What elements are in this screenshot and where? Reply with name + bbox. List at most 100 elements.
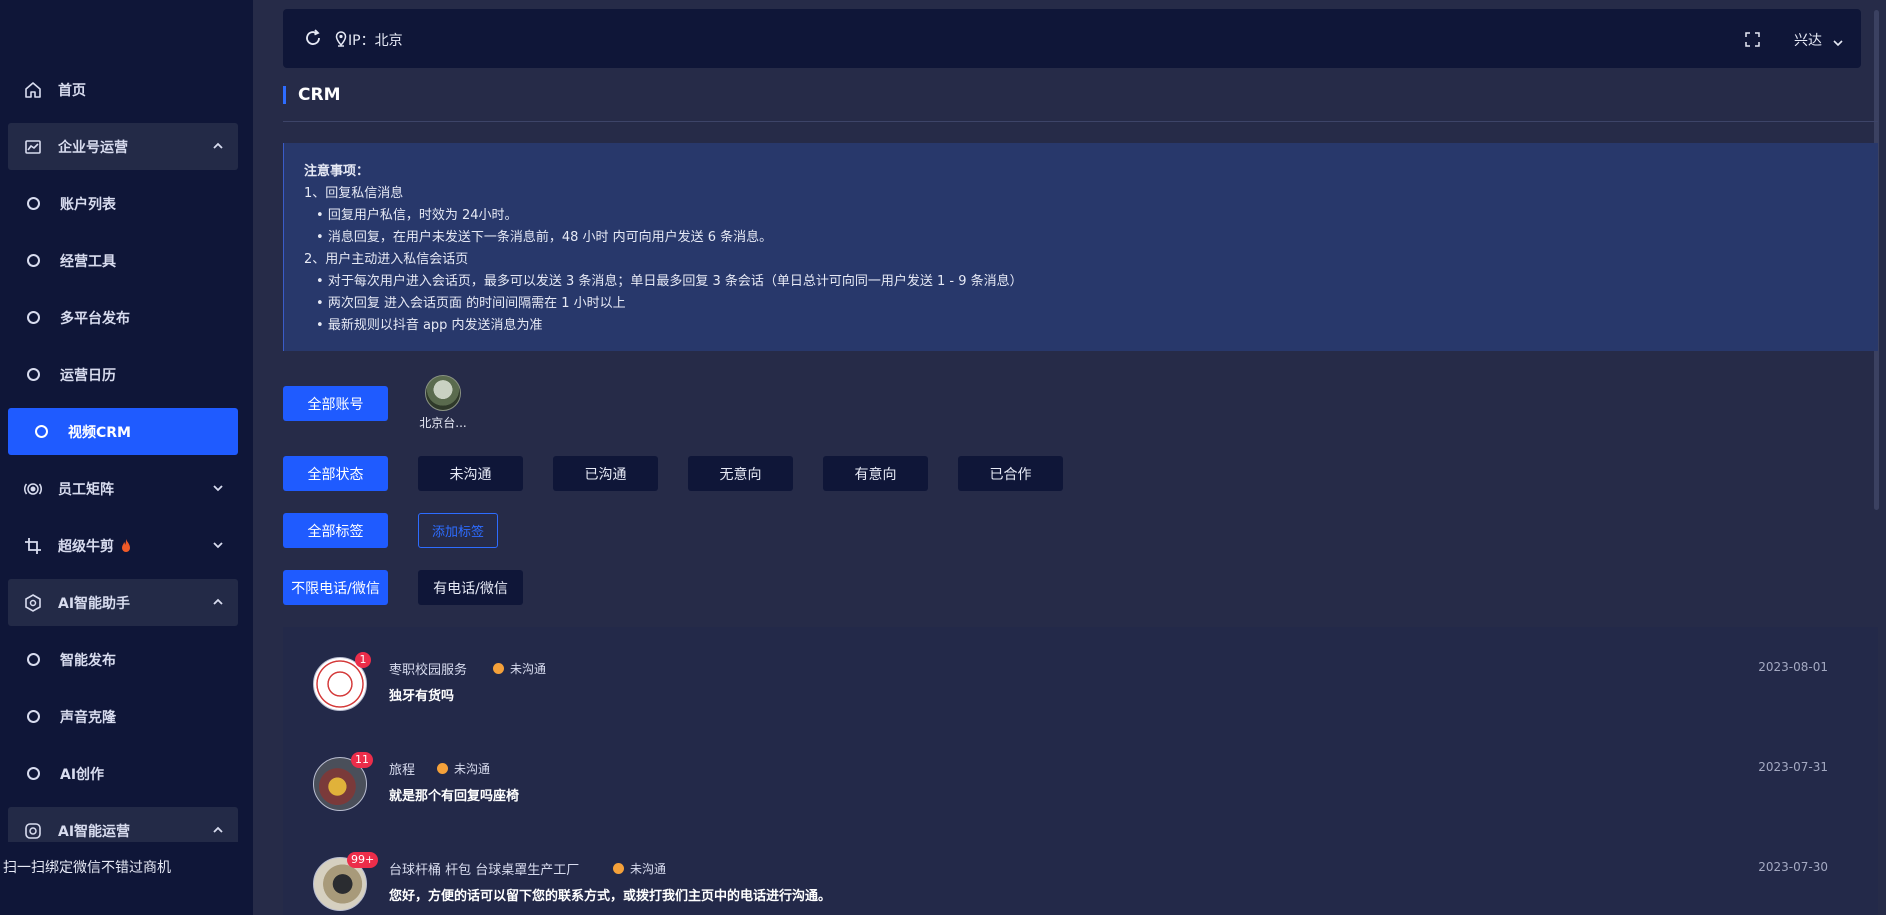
circle-icon <box>27 767 40 780</box>
sidebar-item-label: 员工矩阵 <box>58 481 114 498</box>
status-label: 未沟通 <box>630 862 667 876</box>
refresh-icon[interactable] <box>303 28 323 48</box>
notice-bullet: 对于每次用户进入会话页，最多可以发送 3 条消息；单日最多回复 3 条会话（单日… <box>304 271 1878 293</box>
chevron-up-icon <box>212 824 224 836</box>
last-message: 就是那个有回复吗座椅 <box>389 789 520 804</box>
chevron-up-icon <box>212 140 224 152</box>
status-filter-no-intent[interactable]: 无意向 <box>688 456 793 491</box>
notice-panel: 注意事项： 1、回复私信消息 回复用户私信，时效为 24小时。 消息回复，在用户… <box>283 143 1878 351</box>
message-date: 2023-08-01 <box>1758 660 1828 674</box>
circle-icon <box>27 710 40 723</box>
broadcast-icon <box>24 480 42 498</box>
sidebar-item-label: 智能发布 <box>60 652 116 669</box>
circle-icon <box>27 653 40 666</box>
message-date: 2023-07-30 <box>1758 860 1828 874</box>
status-dot-icon <box>437 763 448 774</box>
sidebar-item-label: 声音克隆 <box>60 709 116 726</box>
notice-bullet: 两次回复 进入会话页面 的时间间隔需在 1 小时以上 <box>304 293 1878 315</box>
sidebar-item-label: AI创作 <box>60 766 105 783</box>
status-filter-uncontacted[interactable]: 未沟通 <box>418 456 523 491</box>
avatar <box>425 375 461 411</box>
divider <box>283 121 1878 122</box>
sidebar-group-enterprise[interactable]: 企业号运营 <box>8 123 238 170</box>
sidebar-item-label: 企业号运营 <box>58 139 128 156</box>
last-message: 独牙有货吗 <box>389 689 455 704</box>
notice-heading: 注意事项： <box>304 164 370 179</box>
page-title: CRM <box>283 86 340 104</box>
chart-icon <box>24 138 42 156</box>
sidebar-group-ai-assistant[interactable]: AI智能助手 <box>8 579 238 626</box>
chevron-down-icon <box>212 539 224 551</box>
sidebar-item-calendar[interactable]: 运营日历 <box>8 351 238 398</box>
all-tags-button[interactable]: 全部标签 <box>283 513 388 548</box>
add-tag-button[interactable]: 添加标签 <box>418 513 498 548</box>
status-label: 未沟通 <box>510 662 547 676</box>
sidebar-nav: 首页 企业号运营 账户列表 经营工具 多平台发布 运营日历 视频CRM 员工矩阵… <box>8 66 238 842</box>
status-label: 未沟通 <box>454 762 491 776</box>
conversation-item[interactable]: 1 枣职校园服务 未沟通 独牙有货吗 2023-08-01 <box>283 649 1878 729</box>
fullscreen-icon[interactable] <box>1745 32 1760 47</box>
home-icon <box>24 81 42 99</box>
circle-icon <box>27 368 40 381</box>
sidebar-item-multi-publish[interactable]: 多平台发布 <box>8 294 238 341</box>
sidebar-item-label: 账户列表 <box>60 196 116 213</box>
sidebar: 首页 企业号运营 账户列表 经营工具 多平台发布 运营日历 视频CRM 员工矩阵… <box>0 0 253 915</box>
sidebar-item-tools[interactable]: 经营工具 <box>8 237 238 284</box>
chevron-down-icon <box>212 482 224 494</box>
sidebar-item-home[interactable]: 首页 <box>8 66 238 113</box>
account-item[interactable]: 北京台... <box>418 375 468 431</box>
notice-bullet: 消息回复，在用户未发送下一条消息前，48 小时 内可向用户发送 6 条消息。 <box>304 227 1878 249</box>
notice-section-title: 2、用户主动进入私信会话页 <box>304 252 469 267</box>
ai-icon <box>24 593 42 612</box>
sidebar-item-video-crm[interactable]: 视频CRM <box>8 408 238 455</box>
chevron-up-icon <box>212 596 224 608</box>
contact-name: 台球杆桶 杆包 台球桌罩生产工厂 <box>389 863 580 878</box>
status-filter-contacted[interactable]: 已沟通 <box>553 456 658 491</box>
all-status-button[interactable]: 全部状态 <box>283 456 388 491</box>
sidebar-item-accounts[interactable]: 账户列表 <box>8 180 238 227</box>
sidebar-item-smart-publish[interactable]: 智能发布 <box>8 636 238 683</box>
contact-name: 旅程 <box>389 763 416 778</box>
sidebar-item-label: AI智能助手 <box>58 595 131 612</box>
circle-icon <box>27 254 40 267</box>
status-dot-icon <box>493 663 504 674</box>
ip-location: IP：北京 <box>348 33 403 49</box>
unread-badge: 99+ <box>347 852 379 868</box>
wechat-bind-hint[interactable]: 扫一扫绑定微信不错过商机 <box>3 857 171 877</box>
sidebar-item-label: 超级牛剪 <box>58 538 114 555</box>
all-accounts-button[interactable]: 全部账号 <box>283 386 388 421</box>
circle-icon <box>27 311 40 324</box>
sidebar-item-label: 运营日历 <box>60 367 116 384</box>
location-icon <box>335 31 347 47</box>
sidebar-item-super-cut[interactable]: 超级牛剪 <box>8 522 238 569</box>
sidebar-item-label: 视频CRM <box>68 424 131 441</box>
phone-any-button[interactable]: 不限电话/微信 <box>283 570 388 605</box>
status-filter-intent[interactable]: 有意向 <box>823 456 928 491</box>
message-date: 2023-07-31 <box>1758 760 1828 774</box>
account-name: 北京台... <box>419 416 467 430</box>
notice-section-title: 1、回复私信消息 <box>304 186 404 201</box>
last-message: 您好，方便的话可以留下您的联系方式，或拨打我们主页中的电话进行沟通。 <box>389 889 832 904</box>
conversation-item[interactable]: 11 旅程 未沟通 就是那个有回复吗座椅 2023-07-31 <box>283 749 1878 829</box>
sidebar-item-label: 首页 <box>58 82 86 99</box>
circle-icon <box>27 197 40 210</box>
circle-icon <box>35 425 48 438</box>
unread-badge: 1 <box>355 652 371 668</box>
phone-has-button[interactable]: 有电话/微信 <box>418 570 523 605</box>
sidebar-group-ai-ops[interactable]: AI智能运营 <box>8 807 238 842</box>
sidebar-item-label: AI智能运营 <box>58 823 131 840</box>
topbar: IP：北京 兴达 <box>283 9 1861 68</box>
sidebar-item-ai-create[interactable]: AI创作 <box>8 750 238 797</box>
unread-badge: 11 <box>351 752 373 768</box>
chevron-down-icon[interactable] <box>1832 34 1844 47</box>
sidebar-item-label: 多平台发布 <box>60 310 130 327</box>
sidebar-item-voice-clone[interactable]: 声音克隆 <box>8 693 238 740</box>
fire-icon <box>120 538 132 553</box>
notice-bullet: 回复用户私信，时效为 24小时。 <box>304 205 1878 227</box>
status-filter-cooperated[interactable]: 已合作 <box>958 456 1063 491</box>
sidebar-item-label: 经营工具 <box>60 253 116 270</box>
conversation-item[interactable]: 99+ 台球杆桶 杆包 台球桌罩生产工厂 未沟通 您好，方便的话可以留下您的联系… <box>283 849 1878 915</box>
sidebar-item-staff-matrix[interactable]: 员工矩阵 <box>8 465 238 512</box>
crop-icon <box>24 537 42 555</box>
user-menu[interactable]: 兴达 <box>1794 30 1822 50</box>
